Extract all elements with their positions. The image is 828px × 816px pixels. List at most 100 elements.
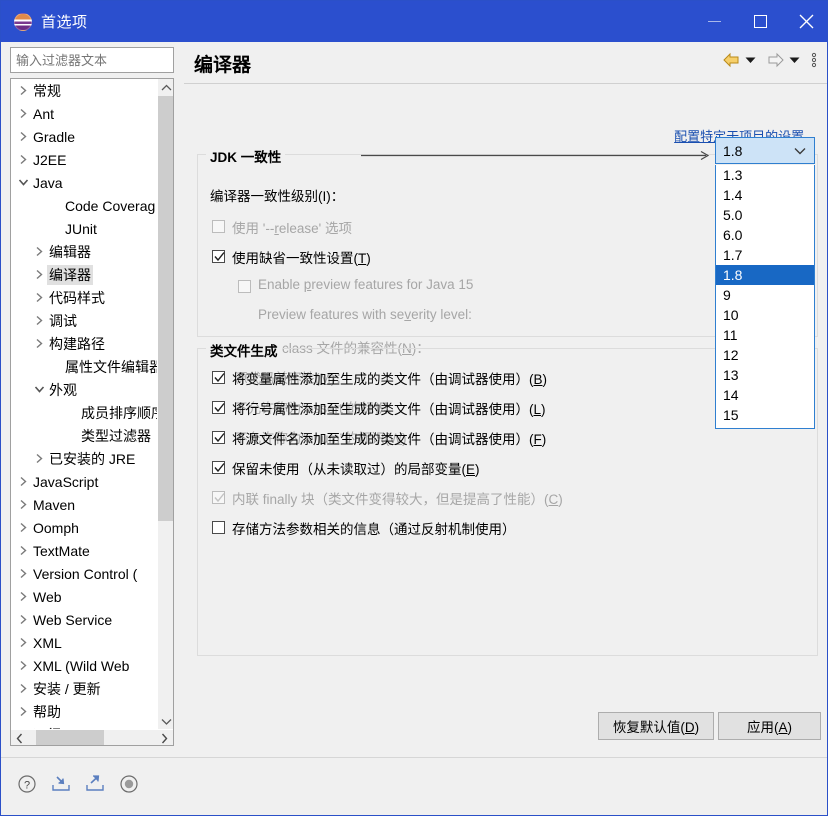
tree-item[interactable]: Java: [11, 171, 159, 194]
close-button[interactable]: [783, 1, 827, 42]
tree-item[interactable]: Web Service: [11, 608, 159, 631]
tree-item[interactable]: XML (Wild Web: [11, 654, 159, 677]
dropdown-option[interactable]: 1.3: [716, 165, 814, 185]
classfile-option-checkbox[interactable]: [212, 521, 225, 534]
back-button[interactable]: [722, 52, 741, 68]
chevron-right-icon[interactable]: [15, 85, 31, 96]
tree-vertical-scrollbar[interactable]: [157, 79, 173, 730]
help-button[interactable]: ?: [15, 772, 39, 796]
tree-item[interactable]: Ant: [11, 102, 159, 125]
chevron-right-icon[interactable]: [15, 131, 31, 142]
tree-item[interactable]: 代码样式: [11, 286, 159, 309]
use-release-option-checkbox[interactable]: [212, 220, 225, 233]
horizontal-scroll-thumb[interactable]: [36, 730, 104, 745]
tree-item[interactable]: 构建路径: [11, 332, 159, 355]
vertical-scroll-thumb[interactable]: [158, 96, 173, 521]
chevron-right-icon[interactable]: [15, 568, 31, 579]
tree-item-label: XML: [33, 634, 62, 651]
chevron-right-icon[interactable]: [15, 660, 31, 671]
tree-item[interactable]: 调试: [11, 309, 159, 332]
forward-history-menu-button[interactable]: [789, 56, 800, 64]
use-default-compliance-label: 使用缺省一致性设置(T): [232, 251, 371, 266]
minimize-button[interactable]: [691, 1, 737, 42]
tree-item[interactable]: 帮助: [11, 700, 159, 723]
classfile-option-checkbox[interactable]: [212, 371, 225, 384]
chevron-right-icon[interactable]: [31, 246, 47, 257]
tree-item[interactable]: Web: [11, 585, 159, 608]
tree-item[interactable]: J2EE: [11, 148, 159, 171]
chevron-right-icon[interactable]: [31, 338, 47, 349]
maximize-button[interactable]: [737, 1, 783, 42]
tree-item[interactable]: 编辑器: [11, 240, 159, 263]
chevron-right-icon[interactable]: [15, 683, 31, 694]
import-button[interactable]: [49, 772, 73, 796]
tree-item[interactable]: TextMate: [11, 539, 159, 562]
view-menu-button[interactable]: [811, 52, 817, 68]
chevron-right-icon[interactable]: [15, 706, 31, 717]
tree-item[interactable]: JavaScript: [11, 470, 159, 493]
chevron-right-icon[interactable]: [15, 591, 31, 602]
tree-item[interactable]: Gradle: [11, 125, 159, 148]
tree-item[interactable]: 外观: [11, 378, 159, 401]
dropdown-option[interactable]: 11: [716, 325, 814, 345]
chevron-right-icon[interactable]: [31, 315, 47, 326]
classfile-option-checkbox[interactable]: [212, 461, 225, 474]
scroll-up-button[interactable]: [158, 79, 173, 96]
dropdown-option[interactable]: 1.8: [716, 265, 814, 285]
compliance-level-dropdown-list[interactable]: 1.3 1.4 5.0 6.0 1.7 1.8 9 10 11 12 13 14 15: [715, 165, 815, 429]
restore-defaults-button[interactable]: 恢复默认值(D): [598, 712, 714, 740]
tree-item[interactable]: 属性文件编辑器: [11, 355, 159, 378]
forward-button[interactable]: [766, 52, 785, 68]
tree-item[interactable]: 安装 / 更新: [11, 677, 159, 700]
dropdown-option[interactable]: 14: [716, 385, 814, 405]
tree-item[interactable]: XML: [11, 631, 159, 654]
chevron-right-icon[interactable]: [15, 614, 31, 625]
dropdown-option[interactable]: 10: [716, 305, 814, 325]
dropdown-option[interactable]: 1.7: [716, 245, 814, 265]
classfile-option-checkbox[interactable]: [212, 401, 225, 414]
chevron-right-icon[interactable]: [31, 453, 47, 464]
scroll-left-button[interactable]: [11, 730, 28, 745]
apply-button[interactable]: 应用(A): [718, 712, 821, 740]
chevron-right-icon[interactable]: [31, 292, 47, 303]
tree-item[interactable]: Maven: [11, 493, 159, 516]
export-button[interactable]: [83, 772, 107, 796]
classfile-option-checkbox[interactable]: [212, 491, 225, 504]
chevron-right-icon[interactable]: [15, 154, 31, 165]
scroll-down-button[interactable]: [158, 713, 173, 730]
tree-item[interactable]: 已安装的 JRE: [11, 447, 159, 470]
tree-item[interactable]: 编译器: [11, 263, 159, 286]
tree-item[interactable]: 成员排序顺序: [11, 401, 159, 424]
enable-preview-features-checkbox[interactable]: [238, 280, 251, 293]
tree-item[interactable]: 类型过滤器: [11, 424, 159, 447]
chevron-right-icon[interactable]: [15, 522, 31, 533]
use-default-compliance-checkbox[interactable]: [212, 250, 225, 263]
chevron-down-icon[interactable]: [15, 178, 31, 187]
back-history-menu-button[interactable]: [745, 56, 756, 64]
tree-item[interactable]: JUnit: [11, 217, 159, 240]
chevron-right-icon[interactable]: [15, 637, 31, 648]
chevron-right-icon[interactable]: [15, 499, 31, 510]
tree-item[interactable]: Oomph: [11, 516, 159, 539]
scroll-right-button[interactable]: [156, 730, 173, 745]
tree-item[interactable]: Code Coverag: [11, 194, 159, 217]
chevron-down-icon[interactable]: [31, 385, 47, 394]
tree-item[interactable]: 常规: [11, 79, 159, 102]
chevron-right-icon[interactable]: [15, 476, 31, 487]
tree-item[interactable]: Version Control (: [11, 562, 159, 585]
compiler-compliance-level-combo[interactable]: 1.8: [715, 137, 815, 164]
chevron-right-icon[interactable]: [15, 108, 31, 119]
classfile-option-checkbox[interactable]: [212, 431, 225, 444]
tree-horizontal-scrollbar[interactable]: [11, 729, 173, 745]
chevron-right-icon[interactable]: [31, 269, 47, 280]
dropdown-option[interactable]: 13: [716, 365, 814, 385]
dropdown-option[interactable]: 12: [716, 345, 814, 365]
dropdown-option[interactable]: 1.4: [716, 185, 814, 205]
record-button[interactable]: [117, 772, 141, 796]
dropdown-option[interactable]: 5.0: [716, 205, 814, 225]
dropdown-option[interactable]: 6.0: [716, 225, 814, 245]
chevron-right-icon[interactable]: [15, 545, 31, 556]
dropdown-option[interactable]: 15: [716, 405, 814, 425]
dropdown-option[interactable]: 9: [716, 285, 814, 305]
filter-input[interactable]: [10, 47, 174, 73]
